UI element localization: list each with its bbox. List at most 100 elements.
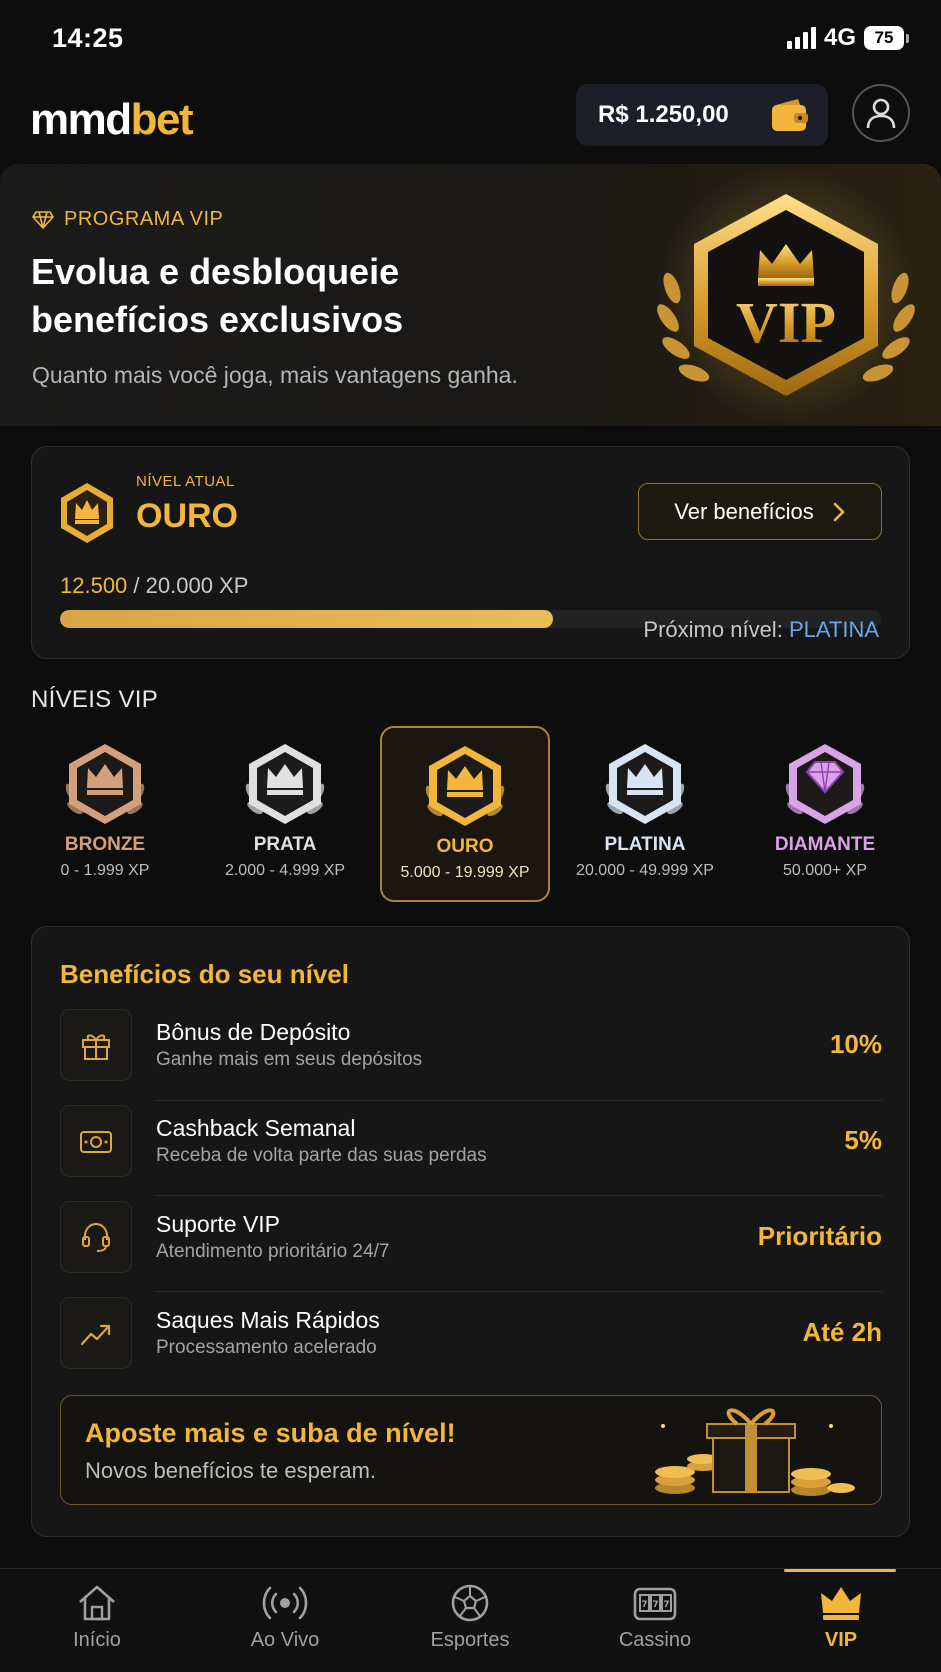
gift-icon (82, 1034, 110, 1060)
nav-item-casino[interactable]: 7 7 7 Cassino (580, 1569, 730, 1672)
xp-current: 12.500 (60, 573, 128, 598)
gift-coins-icon (655, 1408, 855, 1496)
nav-label: Ao Vivo (250, 1629, 320, 1651)
benefit-row-cashback[interactable]: Cashback Semanal Receba de volta parte d… (60, 1105, 882, 1177)
vip-level-diamante[interactable]: DIAMANTE 50.000+ XP (740, 726, 910, 902)
xp-progress-fill (60, 610, 553, 628)
hero-title: Evolua e desbloqueie benefícios exclusiv… (31, 248, 571, 344)
level-caption: NÍVEL ATUAL (136, 473, 235, 490)
xp-target: / 20.000 XP (133, 573, 249, 598)
svg-text:7: 7 (652, 1600, 658, 1610)
view-benefits-button[interactable]: Ver benefícios (638, 483, 882, 540)
live-icon (262, 1586, 308, 1620)
current-level-card: NÍVEL ATUAL OURO Ver benefícios 12.500 /… (31, 446, 910, 659)
benefit-description: Ganhe mais em seus depósitos (156, 1049, 423, 1070)
bottom-navigation: Início Ao Vivo Esportes 7 7 7 Cassino VI… (0, 1568, 941, 1672)
diamond-icon (32, 210, 54, 229)
gold-badge-icon (61, 483, 113, 543)
vip-level-ouro[interactable]: OURO 5.000 - 19.999 XP (380, 726, 550, 902)
benefit-icon-box (60, 1297, 132, 1369)
hero-tag: PROGRAMA VIP (32, 208, 223, 231)
battery-icon: 75 (864, 26, 904, 50)
vip-level-prata[interactable]: PRATA 2.000 - 4.999 XP (200, 726, 370, 902)
vip-level-range: 2.000 - 4.999 XP (224, 862, 346, 879)
nav-label: Início (73, 1629, 121, 1651)
level-up-promo-banner[interactable]: Aposte mais e suba de nível! Novos benef… (60, 1395, 882, 1505)
nav-item-live[interactable]: Ao Vivo (210, 1569, 360, 1672)
diamond-badge-icon (785, 744, 865, 824)
user-icon (866, 98, 896, 129)
benefit-value: Até 2h (802, 1317, 882, 1347)
divider (156, 1195, 882, 1196)
status-time: 14:25 (52, 22, 124, 53)
gold-badge-icon (425, 746, 505, 826)
benefit-value: Prioritário (757, 1221, 882, 1251)
status-bar: 14:25 4G 75 (0, 0, 941, 76)
brand-logo[interactable]: mmdbet (30, 95, 194, 145)
ball-icon (451, 1584, 489, 1622)
vip-level-name: PLATINA (604, 834, 686, 855)
cash-icon (80, 1131, 112, 1153)
slot-icon: 7 7 7 (633, 1587, 677, 1621)
network-label: 4G (823, 24, 856, 51)
vip-levels-list: BRONZE 0 - 1.999 XP PRATA 2.000 - 4.999 XP O… (24, 726, 918, 904)
benefit-name: Cashback Semanal (156, 1115, 356, 1141)
silver-badge-icon (245, 744, 325, 824)
next-level-name: PLATINA (788, 617, 879, 642)
balance-amount: R$ 1.250,00 (598, 101, 729, 128)
benefit-description: Receba de volta parte das suas perdas (156, 1145, 487, 1166)
vip-level-range: 0 - 1.999 XP (60, 862, 150, 879)
benefit-description: Atendimento prioritário 24/7 (156, 1241, 390, 1262)
bronze-badge-icon (65, 744, 145, 824)
vip-level-range: 50.000+ XP (782, 862, 868, 879)
vip-level-name: OURO (436, 836, 494, 857)
logo-part-1: mmd (30, 95, 132, 144)
svg-text:7: 7 (663, 1600, 669, 1610)
nav-label: Esportes (430, 1629, 510, 1651)
profile-button[interactable] (852, 84, 910, 142)
hero-tag-label: PROGRAMA VIP (64, 208, 224, 230)
nav-item-home[interactable]: Início (22, 1569, 172, 1672)
nav-label: Cassino (618, 1629, 692, 1651)
nav-item-sports[interactable]: Esportes (395, 1569, 545, 1672)
view-benefits-label: Ver benefícios (674, 498, 814, 524)
benefit-value: 10% (829, 1029, 882, 1059)
trend-up-icon (80, 1324, 111, 1346)
hero-title-line-2: benefícios exclusivos (31, 299, 404, 340)
vip-level-name: BRONZE (64, 834, 146, 855)
crown-icon (821, 1587, 861, 1620)
balance-button[interactable]: R$ 1.250,00 (576, 84, 828, 146)
hero-subtitle: Quanto mais você joga, mais vantagens ga… (32, 362, 518, 388)
hero-title-line-1: Evolua e desbloqueie (31, 251, 400, 292)
benefit-icon-box (60, 1201, 132, 1273)
vip-level-range: 20.000 - 49.999 XP (576, 862, 714, 879)
benefit-icon-box (60, 1009, 132, 1081)
svg-text:7: 7 (641, 1600, 647, 1610)
benefit-name: Suporte VIP (156, 1211, 281, 1237)
benefit-row-faster-withdrawals[interactable]: Saques Mais Rápidos Processamento aceler… (60, 1297, 882, 1369)
benefit-description: Processamento acelerado (156, 1337, 377, 1358)
vip-level-name: PRATA (253, 834, 317, 855)
benefits-title: Benefícios do seu nível (60, 959, 349, 989)
promo-subtitle: Novos benefícios te esperam. (85, 1458, 377, 1483)
benefit-row-vip-support[interactable]: Suporte VIP Atendimento prioritário 24/7… (60, 1201, 882, 1273)
emblem-text: VIP (736, 290, 836, 355)
vip-emblem-icon: VIP (656, 168, 916, 420)
vip-levels-title: NÍVEIS VIP (31, 686, 159, 713)
level-benefits-card: Benefícios do seu nível Bônus de Depósit… (31, 926, 910, 1537)
benefit-row-deposit-bonus[interactable]: Bônus de Depósito Ganhe mais em seus dep… (60, 1009, 882, 1081)
benefit-name: Bônus de Depósito (156, 1019, 351, 1045)
status-indicators: 4G 75 (786, 24, 909, 52)
chevron-right-icon (833, 502, 845, 521)
app-header: mmdbet R$ 1.250,00 (0, 76, 941, 164)
promo-title: Aposte mais e suba de nível! (85, 1418, 456, 1448)
benefit-icon-box (60, 1105, 132, 1177)
next-level-text: Próximo nível: PLATINA (643, 617, 879, 643)
xp-progress-text: 12.500 / 20.000 XP (60, 573, 248, 599)
vip-level-bronze[interactable]: BRONZE 0 - 1.999 XP (20, 726, 190, 902)
nav-item-vip[interactable]: VIP (766, 1569, 916, 1672)
vip-level-range: 5.000 - 19.999 XP (400, 864, 530, 881)
vip-hero-banner: PROGRAMA VIP Evolua e desbloqueie benefí… (0, 164, 941, 426)
logo-part-2: bet (130, 95, 194, 144)
vip-level-platina[interactable]: PLATINA 20.000 - 49.999 XP (560, 726, 730, 902)
